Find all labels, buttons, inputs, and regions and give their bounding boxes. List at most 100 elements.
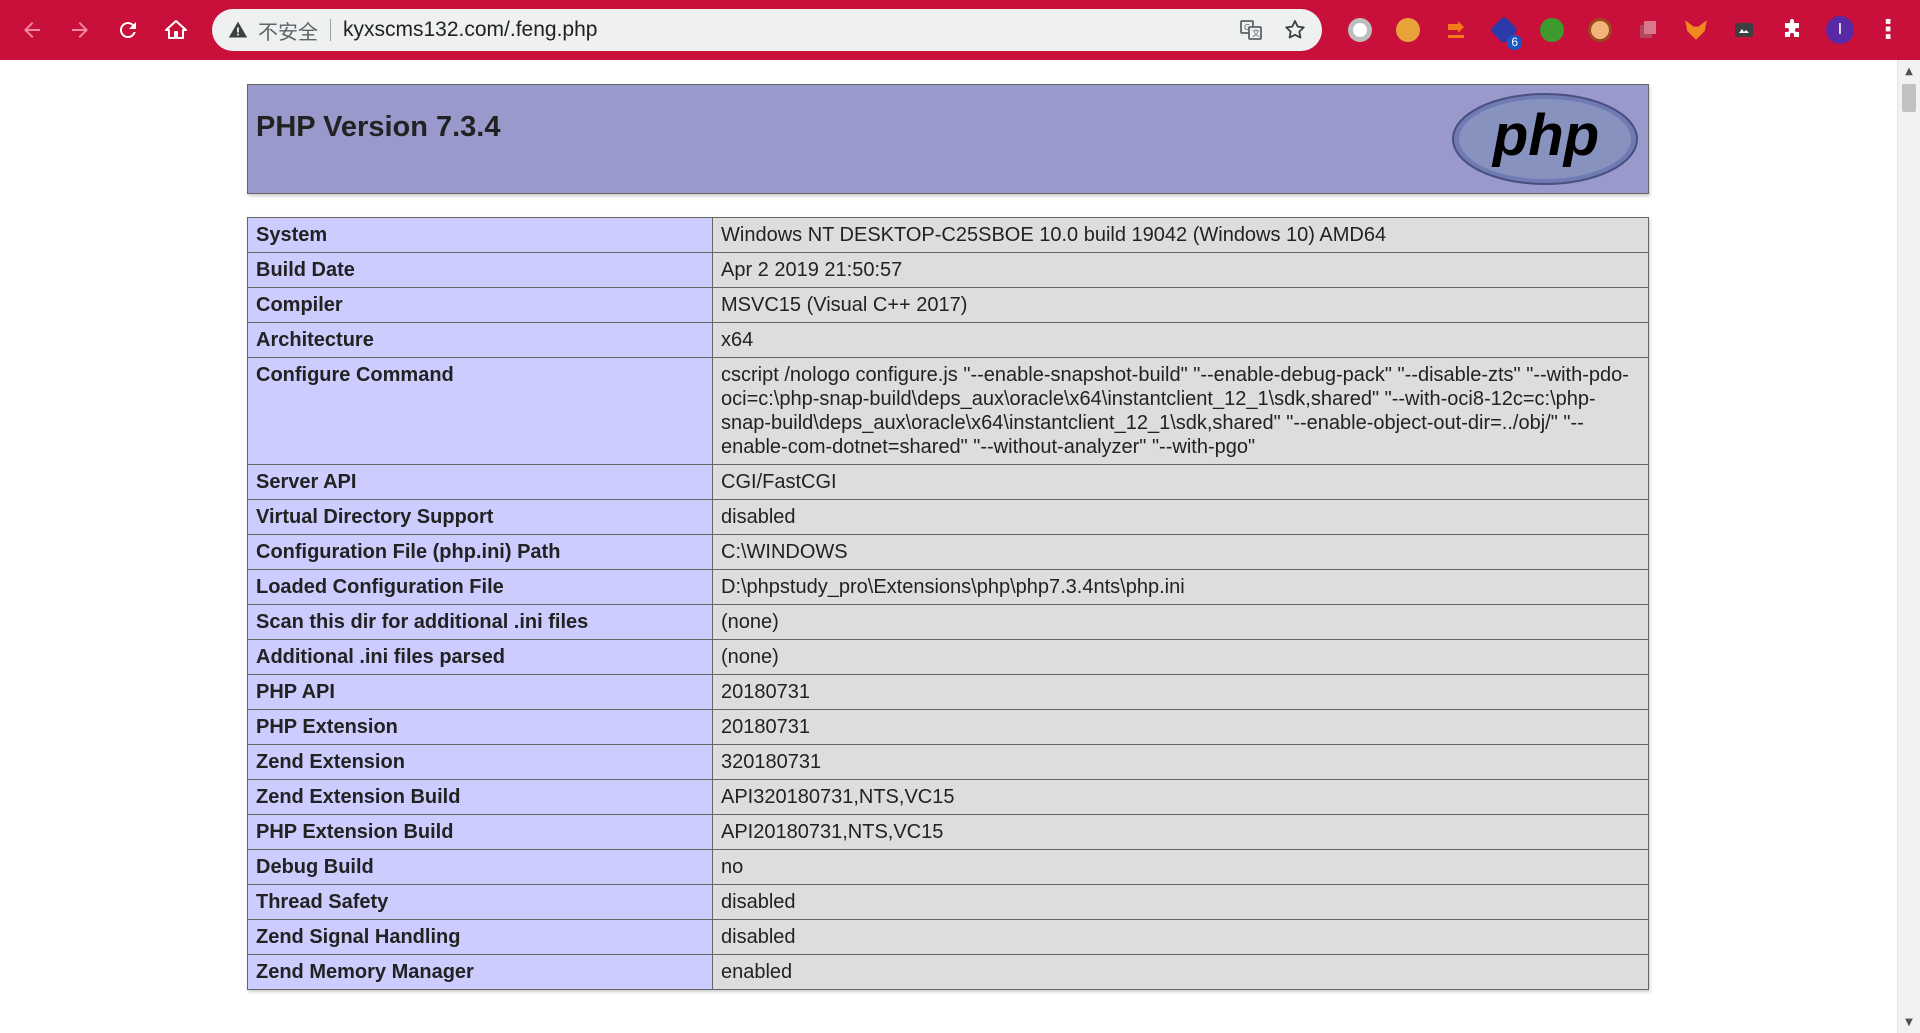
ext-bug-icon[interactable] xyxy=(1528,6,1576,54)
table-row: System Windows NT DESKTOP-C25SBOE 10.0 bu… xyxy=(247,217,1649,253)
table-row: Zend Extension Build API320180731,NTS,VC1… xyxy=(247,779,1649,815)
table-row: Build Date Apr 2 2019 21:50:57 xyxy=(247,252,1649,288)
table-row: Loaded Configuration File D:\phpstudy_pro… xyxy=(247,569,1649,605)
arrow-right-icon xyxy=(72,22,88,38)
bookmark-star-icon[interactable] xyxy=(1280,15,1310,45)
info-value: MSVC15 (Visual C++ 2017) xyxy=(712,287,1649,323)
ext-ring-icon[interactable] xyxy=(1336,6,1384,54)
info-value: C:\WINDOWS xyxy=(712,534,1649,570)
arrow-left-icon xyxy=(24,22,40,38)
table-row: Configuration File (php.ini) Path C:\WIND… xyxy=(247,534,1649,570)
address-divider xyxy=(330,19,331,41)
back-button[interactable] xyxy=(8,0,56,60)
info-value: (none) xyxy=(712,604,1649,640)
translate-icon[interactable]: G文 xyxy=(1236,15,1266,45)
forward-button[interactable] xyxy=(56,0,104,60)
reload-icon xyxy=(119,22,136,39)
info-key: Zend Extension xyxy=(247,744,713,780)
security-status[interactable]: 不安全 xyxy=(258,16,318,45)
info-key: Configure Command xyxy=(247,357,713,465)
info-key: Zend Extension Build xyxy=(247,779,713,815)
info-value: disabled xyxy=(712,884,1649,920)
info-value: disabled xyxy=(712,499,1649,535)
info-value: 20180731 xyxy=(712,674,1649,710)
home-button[interactable] xyxy=(152,0,200,60)
info-value: API320180731,NTS,VC15 xyxy=(712,779,1649,815)
info-key: Scan this dir for additional .ini files xyxy=(247,604,713,640)
info-key: Virtual Directory Support xyxy=(247,499,713,535)
info-value: CGI/FastCGI xyxy=(712,464,1649,500)
table-row: PHP API 20180731 xyxy=(247,674,1649,710)
php-version-header: PHP Version 7.3.4 php xyxy=(247,84,1649,194)
table-row: Additional .ini files parsed (none) xyxy=(247,639,1649,675)
scroll-thumb[interactable] xyxy=(1902,84,1916,112)
reload-button[interactable] xyxy=(104,0,152,60)
info-value: no xyxy=(712,849,1649,885)
page-viewport: PHP Version 7.3.4 php System Windows NT D… xyxy=(0,60,1898,1033)
php-logo-text: php xyxy=(1491,103,1599,168)
table-row: Architecture x64 xyxy=(247,322,1649,358)
table-row: Debug Build no xyxy=(247,849,1649,885)
info-value: x64 xyxy=(712,322,1649,358)
info-value: Windows NT DESKTOP-C25SBOE 10.0 build 19… xyxy=(712,217,1649,253)
browser-menu-icon[interactable]: ⋮ xyxy=(1864,6,1912,54)
table-row: Compiler MSVC15 (Visual C++ 2017) xyxy=(247,287,1649,323)
scroll-up-arrow-icon[interactable]: ▲ xyxy=(1898,62,1920,80)
warning-icon[interactable] xyxy=(228,20,248,40)
ext-shape-icon[interactable]: 6 xyxy=(1480,6,1528,54)
ext-fox-icon[interactable] xyxy=(1672,6,1720,54)
info-value: Apr 2 2019 21:50:57 xyxy=(712,252,1649,288)
table-row: Virtual Directory Support disabled xyxy=(247,499,1649,535)
ext-copy-icon[interactable] xyxy=(1624,6,1672,54)
table-row: Zend Extension 320180731 xyxy=(247,744,1649,780)
info-key: Architecture xyxy=(247,322,713,358)
table-row: Zend Signal Handling disabled xyxy=(247,919,1649,955)
puzzle-extensions-icon[interactable] xyxy=(1768,6,1816,54)
php-logo: php xyxy=(1450,91,1640,191)
home-icon xyxy=(165,20,187,39)
profile-avatar[interactable]: I xyxy=(1816,6,1864,54)
svg-text:G: G xyxy=(1244,23,1250,32)
info-value: (none) xyxy=(712,639,1649,675)
ext-cookie-icon[interactable] xyxy=(1384,6,1432,54)
info-key: PHP Extension Build xyxy=(247,814,713,850)
address-bar[interactable]: 不安全 kyxscms132.com/.feng.php G文 xyxy=(212,9,1322,51)
info-value: enabled xyxy=(712,954,1649,990)
info-key: System xyxy=(247,217,713,253)
ext-face-icon[interactable] xyxy=(1576,6,1624,54)
vertical-scrollbar[interactable]: ▲ ▼ xyxy=(1897,60,1920,1033)
ext-arrow-icon[interactable] xyxy=(1432,6,1480,54)
scroll-down-arrow-icon[interactable]: ▼ xyxy=(1898,1013,1920,1031)
info-value: disabled xyxy=(712,919,1649,955)
info-key: Zend Memory Manager xyxy=(247,954,713,990)
info-key: PHP Extension xyxy=(247,709,713,745)
info-key: Build Date xyxy=(247,252,713,288)
info-key: Loaded Configuration File xyxy=(247,569,713,605)
info-value: 20180731 xyxy=(712,709,1649,745)
table-row: Server API CGI/FastCGI xyxy=(247,464,1649,500)
table-row: Thread Safety disabled xyxy=(247,884,1649,920)
table-row: Configure Command cscript /nologo configu… xyxy=(247,357,1649,465)
info-key: Additional .ini files parsed xyxy=(247,639,713,675)
ext-card-icon[interactable] xyxy=(1720,6,1768,54)
table-row: Zend Memory Manager enabled xyxy=(247,954,1649,990)
info-value: cscript /nologo configure.js "--enable-s… xyxy=(712,357,1649,465)
page-title: PHP Version 7.3.4 xyxy=(256,111,501,143)
info-key: PHP API xyxy=(247,674,713,710)
info-value: API20180731,NTS,VC15 xyxy=(712,814,1649,850)
info-key: Configuration File (php.ini) Path xyxy=(247,534,713,570)
php-info-table: System Windows NT DESKTOP-C25SBOE 10.0 bu… xyxy=(247,217,1649,990)
table-row: PHP Extension 20180731 xyxy=(247,709,1649,745)
profile-initial: I xyxy=(1826,16,1854,44)
info-key: Debug Build xyxy=(247,849,713,885)
browser-toolbar: 不安全 kyxscms132.com/.feng.php G文 6 I ⋮ xyxy=(0,0,1920,60)
svg-text:文: 文 xyxy=(1252,28,1260,38)
extensions-bar: 6 I ⋮ xyxy=(1336,6,1912,54)
info-key: Zend Signal Handling xyxy=(247,919,713,955)
info-key: Thread Safety xyxy=(247,884,713,920)
ext-badge: 6 xyxy=(1507,35,1522,50)
info-key: Server API xyxy=(247,464,713,500)
table-row: PHP Extension Build API20180731,NTS,VC15 xyxy=(247,814,1649,850)
url-text[interactable]: kyxscms132.com/.feng.php xyxy=(343,18,597,42)
info-key: Compiler xyxy=(247,287,713,323)
